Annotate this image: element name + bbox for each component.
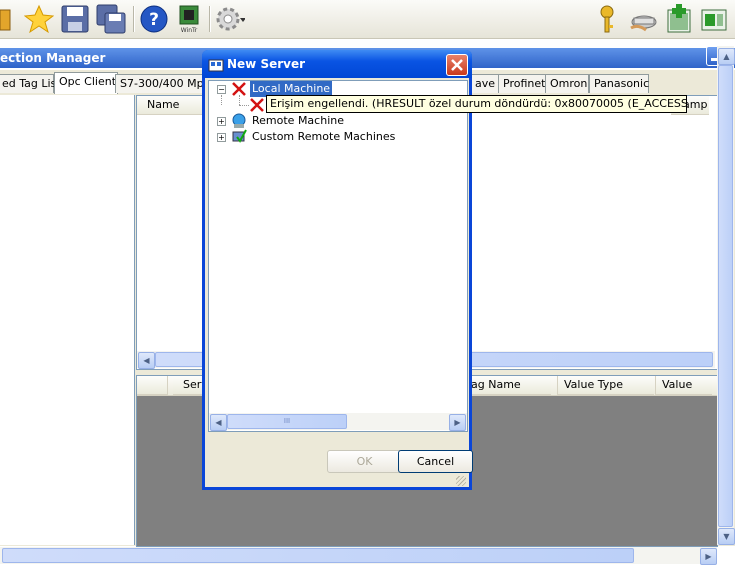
tree-item-label: Remote Machine: [252, 114, 344, 127]
main-hscrollbar[interactable]: ▶: [0, 547, 717, 565]
add-panel-icon[interactable]: [664, 4, 694, 34]
close-icon: [451, 59, 463, 71]
error-tooltip: Erişim engellendi. (HRESULT özel durum d…: [266, 95, 687, 113]
panel-icon[interactable]: [700, 4, 730, 34]
tab-panasonic[interactable]: Panasonic: [589, 74, 649, 93]
chip-icon[interactable]: WinTr: [174, 4, 204, 34]
computer-check-icon: [231, 129, 247, 145]
save-icon[interactable]: [60, 4, 90, 34]
error-x-icon: [249, 97, 265, 113]
tree-connector: [239, 105, 249, 106]
tab-profinet[interactable]: Profinet: [498, 74, 546, 93]
panel-title: ection Manager: [0, 51, 106, 65]
scroll-down-button[interactable]: ▼: [718, 528, 735, 545]
dialog-title-bar[interactable]: New Server: [202, 50, 472, 78]
close-button[interactable]: [446, 54, 468, 76]
hand-drive-icon[interactable]: [628, 4, 658, 34]
dialog-title: New Server: [227, 57, 306, 71]
scroll-left-button[interactable]: ◀: [210, 414, 227, 431]
tree-connector: [221, 95, 222, 105]
key-icon[interactable]: [594, 4, 624, 34]
scroll-up-button[interactable]: ▲: [718, 48, 735, 65]
expand-toggle[interactable]: +: [217, 133, 226, 142]
scroll-thumb[interactable]: [718, 65, 733, 527]
column-header-row: [137, 376, 168, 395]
scroll-right-button[interactable]: ▶: [700, 548, 717, 565]
expand-toggle[interactable]: +: [217, 117, 226, 126]
tree-hscrollbar[interactable]: ◀ III ▶: [209, 413, 467, 431]
tab-s7-mpi[interactable]: S7-300/400 Mpi: [115, 74, 209, 93]
column-header-name[interactable]: Name: [137, 96, 207, 115]
server-tree-pane[interactable]: [0, 95, 135, 545]
scroll-thumb[interactable]: [2, 548, 634, 563]
settings-gear-icon[interactable]: [215, 4, 246, 34]
resize-grip-icon[interactable]: [456, 476, 466, 486]
help-icon[interactable]: ?: [139, 4, 169, 34]
library-icon[interactable]: [0, 4, 16, 34]
ok-button[interactable]: OK: [327, 450, 402, 473]
chip-caption: WinTr: [181, 27, 198, 34]
tab-tag-list[interactable]: ed Tag List: [0, 74, 61, 93]
network-computer-icon: [231, 113, 247, 129]
save-all-icon[interactable]: [96, 4, 126, 34]
main-vscrollbar[interactable]: ▲ ▼: [717, 46, 735, 545]
tree-item-label: Custom Remote Machines: [252, 130, 396, 143]
column-header-tag-name[interactable]: ag Name: [463, 376, 551, 395]
toolbar-separator: [209, 6, 211, 32]
tab-omron[interactable]: Omron: [545, 74, 589, 93]
tab-opc-client[interactable]: Opc Client: [54, 72, 118, 94]
server-tree[interactable]: − Local Machine + Remote Machine + Custo…: [208, 80, 468, 432]
scroll-thumb[interactable]: III: [227, 414, 347, 429]
tab-slave[interactable]: ave: [470, 74, 501, 93]
cancel-button[interactable]: Cancel: [398, 450, 473, 473]
column-header-value-type[interactable]: Value Type: [557, 376, 654, 395]
toolbar: ? WinTr: [0, 0, 735, 39]
svg-text:?: ?: [149, 10, 159, 30]
server-window-icon: [208, 56, 224, 72]
scroll-right-button[interactable]: ▶: [449, 414, 466, 431]
collapse-toggle[interactable]: −: [217, 85, 226, 94]
favorite-star-icon[interactable]: [23, 4, 55, 34]
toolbar-separator: [133, 6, 135, 32]
error-x-icon: [231, 81, 247, 97]
column-header-value[interactable]: Value: [655, 376, 712, 395]
scroll-left-button[interactable]: ◀: [138, 352, 155, 369]
